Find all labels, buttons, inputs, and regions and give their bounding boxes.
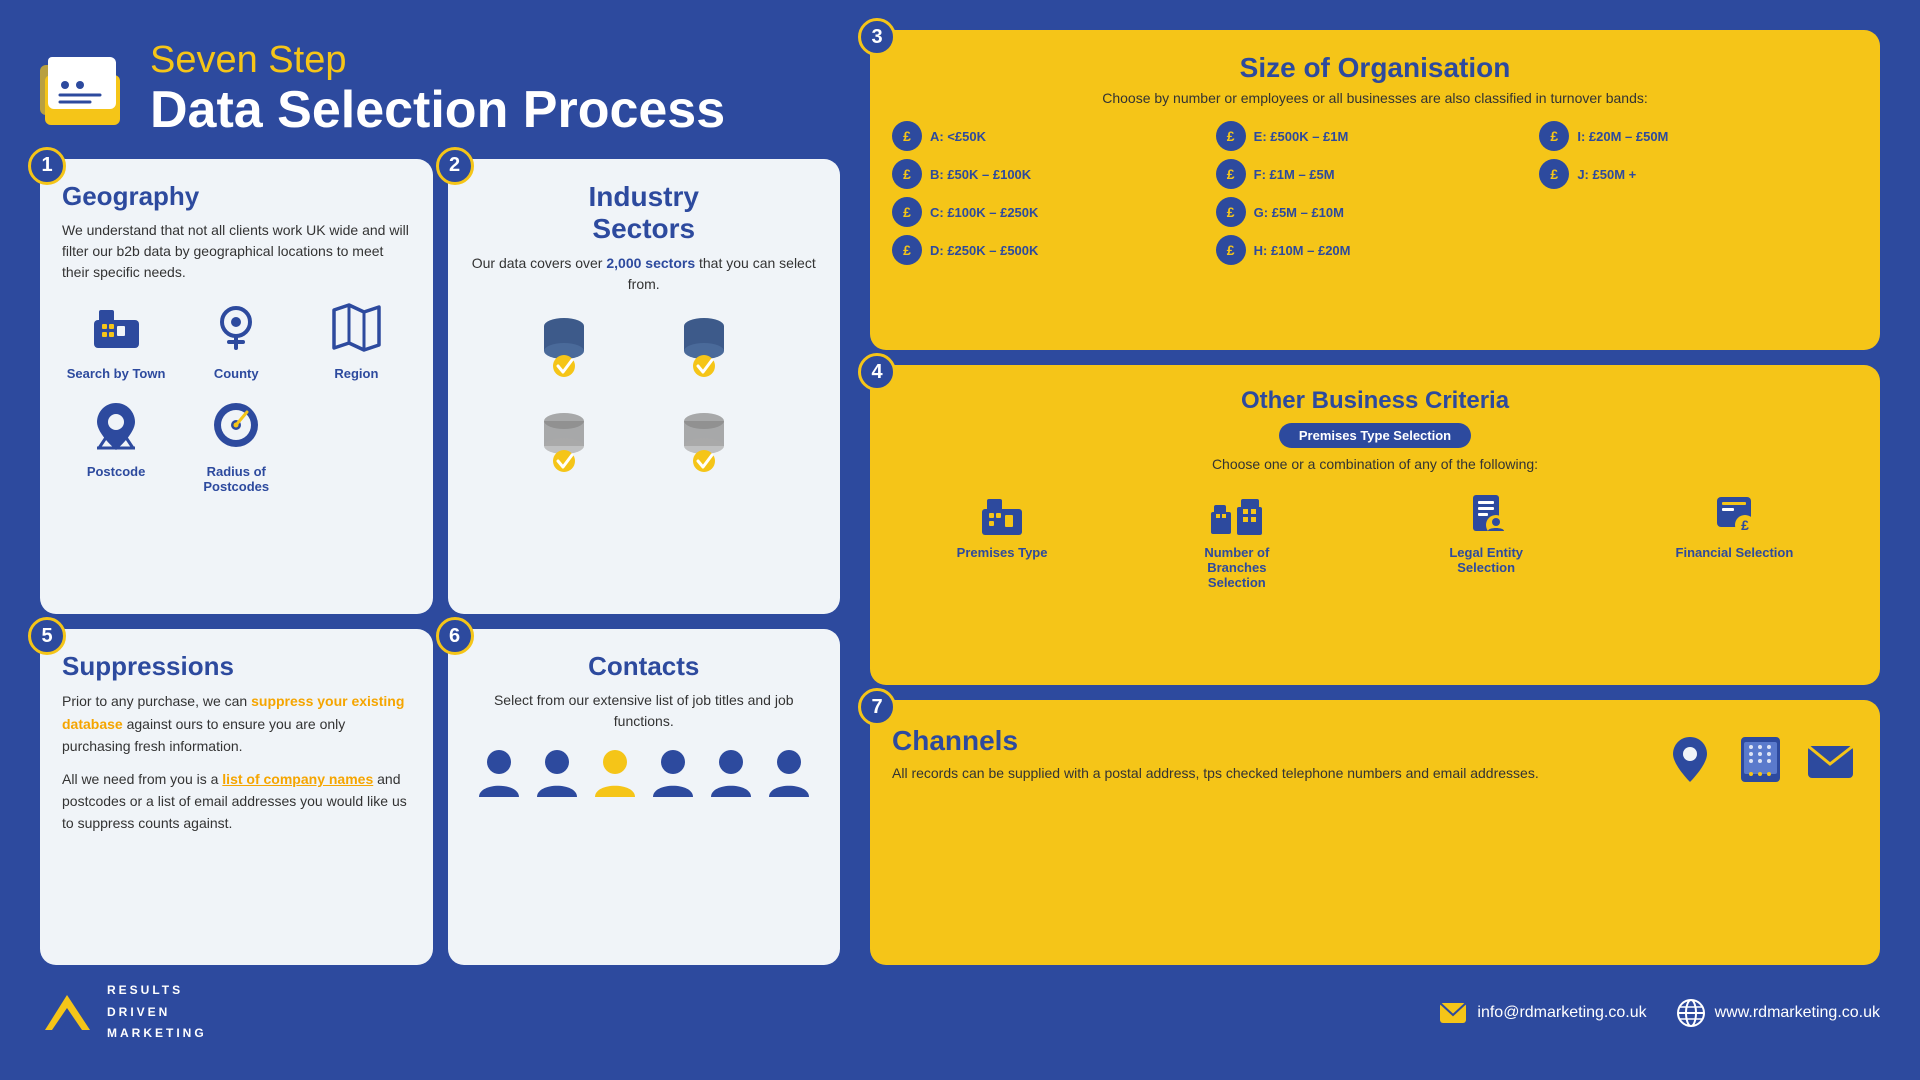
criteria-label-financial: Financial Selection: [1676, 545, 1794, 560]
industry-desc: Our data covers over 2,000 sectors that …: [470, 253, 819, 295]
email-text: info@rdmarketing.co.uk: [1477, 1004, 1646, 1022]
right-content: 3 Size of Organisation Choose by number …: [860, 30, 1880, 965]
geography-desc: We understand that not all clients work …: [62, 220, 411, 283]
step6-badge: 6: [436, 617, 474, 655]
channels-content: Channels All records can be supplied wit…: [892, 722, 1858, 787]
criteria-card: 4 Other Business Criteria Premises Type …: [870, 365, 1880, 685]
size-title: Size of Organisation: [892, 52, 1858, 84]
db-icons: [470, 310, 819, 395]
geo-label-town: Search by Town: [67, 366, 166, 381]
size-item-g: £ G: £5M – £10M: [1216, 197, 1535, 227]
page-container: Seven Step Data Selection Process 1 Geog…: [0, 0, 1920, 1080]
geo-item-county: County: [182, 295, 290, 381]
channels-title: Channels: [892, 725, 1643, 757]
contacts-desc: Select from our extensive list of job ti…: [470, 690, 819, 732]
industry-title: IndustrySectors: [470, 181, 819, 245]
geo-item-town: Search by Town: [62, 295, 170, 381]
criteria-label-legal: Legal Entity Selection: [1426, 545, 1546, 575]
geo-item-region: Region: [302, 295, 410, 381]
svg-text:£: £: [1741, 517, 1749, 533]
website-contact: www.rdmarketing.co.uk: [1677, 999, 1880, 1027]
channels-icons: [1663, 732, 1858, 787]
header-text: Seven Step Data Selection Process: [150, 40, 725, 139]
industry-card: 2 IndustrySectors Our data covers over 2…: [448, 159, 841, 614]
geo-label-radius: Radius of Postcodes: [182, 464, 290, 494]
channels-desc: All records can be supplied with a posta…: [892, 763, 1643, 784]
logo-area: RESULTS DRIVEN MARKETING: [40, 980, 207, 1045]
size-card: 3 Size of Organisation Choose by number …: [870, 30, 1880, 350]
step2-badge: 2: [436, 147, 474, 185]
db-icons2: [470, 405, 819, 490]
contact-info: info@rdmarketing.co.uk www.rdmarketing.c…: [1439, 999, 1880, 1027]
website-text: www.rdmarketing.co.uk: [1715, 1004, 1880, 1022]
size-item-d: £ D: £250K – £500K: [892, 235, 1211, 265]
step1-badge: 1: [28, 147, 66, 185]
suppressions-para1: Prior to any purchase, we can suppress y…: [62, 690, 411, 757]
size-grid: £ A: <£50K £ E: £500K – £1M £ I: £20M – …: [892, 121, 1858, 265]
criteria-label-branches: Number of Branches Selection: [1177, 545, 1297, 590]
criteria-item-premises: Premises Type: [957, 484, 1048, 560]
criteria-item-financial: £ Financial Selection: [1676, 484, 1794, 560]
size-subtitle: Choose by number or employees or all bus…: [892, 90, 1858, 106]
folder-icon: [40, 47, 130, 132]
contacts-title: Contacts: [470, 651, 819, 682]
size-item-a: £ A: <£50K: [892, 121, 1211, 151]
suppressions-para2: All we need from you is a list of compan…: [62, 768, 411, 835]
size-item-c: £ C: £100K – £250K: [892, 197, 1211, 227]
geo-label-postcode: Postcode: [87, 464, 146, 479]
left-content: 1 Geography We understand that not all c…: [40, 159, 860, 965]
criteria-icons: Premises Type: [892, 484, 1858, 590]
contacts-card: 6 Contacts Select from our extensive lis…: [448, 629, 841, 965]
header-line1: Seven Step: [150, 40, 725, 82]
criteria-title: Other Business Criteria: [892, 387, 1858, 415]
criteria-item-legal: Legal Entity Selection: [1426, 484, 1546, 575]
criteria-item-branches: Number of Branches Selection: [1177, 484, 1297, 590]
geo-item-radius: Radius of Postcodes: [182, 393, 290, 494]
size-item-h: £ H: £10M – £20M: [1216, 235, 1535, 265]
size-item-i: £ I: £20M – £50M: [1539, 121, 1858, 151]
channels-card: 7 Channels All records can be supplied w…: [870, 700, 1880, 965]
step3-badge: 3: [858, 18, 896, 56]
geo-item-postcode: Postcode: [62, 393, 170, 494]
email-contact: info@rdmarketing.co.uk: [1439, 1002, 1646, 1024]
premises-badge-wrap: Premises Type Selection: [892, 423, 1858, 456]
geography-icons: Search by Town County: [62, 295, 411, 494]
footer: RESULTS DRIVEN MARKETING info@rdmarketin…: [40, 965, 1880, 1050]
contacts-icons: [470, 747, 819, 802]
geography-title: Geography: [62, 181, 411, 212]
suppressions-title: Suppressions: [62, 651, 411, 682]
criteria-desc: Choose one or a combination of any of th…: [892, 456, 1858, 472]
geography-card: 1 Geography We understand that not all c…: [40, 159, 433, 614]
geo-label-region: Region: [334, 366, 378, 381]
size-item-f: £ F: £1M – £5M: [1216, 159, 1535, 189]
step7-badge: 7: [858, 688, 896, 726]
suppressions-card: 5 Suppressions Prior to any purchase, we…: [40, 629, 433, 965]
size-item-j: £ J: £50M +: [1539, 159, 1858, 189]
size-item-e: £ E: £500K – £1M: [1216, 121, 1535, 151]
step4-badge: 4: [858, 353, 896, 391]
geo-label-county: County: [214, 366, 259, 381]
size-item-b: £ B: £50K – £100K: [892, 159, 1211, 189]
premises-badge: Premises Type Selection: [1279, 423, 1471, 448]
header-line2: Data Selection Process: [150, 82, 725, 139]
criteria-label-premises: Premises Type: [957, 545, 1048, 560]
logo-text: RESULTS DRIVEN MARKETING: [107, 980, 207, 1045]
header: Seven Step Data Selection Process: [40, 30, 860, 159]
step5-badge: 5: [28, 617, 66, 655]
